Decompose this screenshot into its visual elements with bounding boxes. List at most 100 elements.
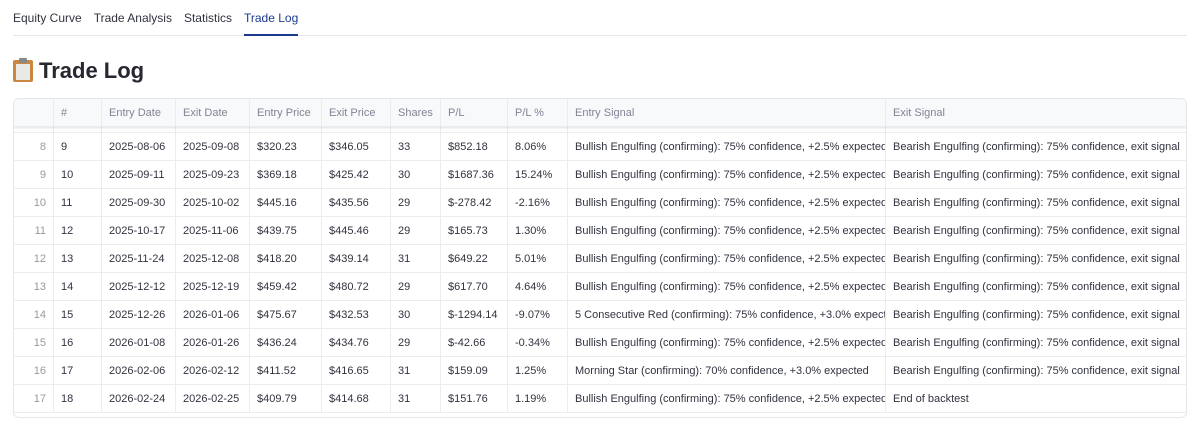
table-cell: $432.53 (322, 301, 391, 329)
table-cell: 15.24% (508, 161, 568, 189)
table-cell: $445.16 (250, 189, 322, 217)
table-cell: 13 (54, 245, 102, 273)
table-row[interactable]: 11 12 2025-10-17 2025-11-06 $439.75 $445.46 29… (14, 217, 1186, 245)
table-cell: $1687.36 (441, 161, 508, 189)
row-index: 8 (14, 133, 54, 161)
table-cell: Bearish Engulfing (confirming): 75% conf… (886, 217, 1186, 245)
table-cell: $445.46 (322, 217, 391, 245)
table-cell: 29 (391, 189, 441, 217)
column-header[interactable]: Entry Signal (568, 99, 886, 127)
table-row[interactable]: 12 13 2025-11-24 2025-12-08 $418.20 $439.14 31… (14, 245, 1186, 273)
column-header[interactable]: # (54, 99, 102, 127)
table-cell: 2025-11-24 (102, 245, 176, 273)
column-header[interactable]: Entry Price (250, 99, 322, 127)
table-row[interactable]: 14 15 2025-12-26 2026-01-06 $475.67 $432.53 30… (14, 301, 1186, 329)
column-header[interactable]: P/L % (508, 99, 568, 127)
table-cell: $165.73 (441, 217, 508, 245)
table-cell: 2025-12-26 (102, 301, 176, 329)
table-row[interactable]: 17 18 2026-02-24 2026-02-25 $409.79 $414.68 31… (14, 385, 1186, 413)
table-cell: -9.07% (508, 301, 568, 329)
column-header[interactable]: Exit Date (176, 99, 250, 127)
table-cell: 2025-12-12 (102, 273, 176, 301)
table-cell: 2025-10-17 (102, 217, 176, 245)
table-cell: 5 Consecutive Red (confirming): 75% conf… (568, 301, 886, 329)
table-cell: 29 (391, 217, 441, 245)
table-cell: 14 (54, 273, 102, 301)
table-cell: 2025-09-08 (176, 133, 250, 161)
table-cell: 2025-11-06 (176, 217, 250, 245)
table-row[interactable]: 10 11 2025-09-30 2025-10-02 $445.16 $435.56 29… (14, 189, 1186, 217)
table-cell: 30 (391, 161, 441, 189)
row-index: 16 (14, 357, 54, 385)
column-header[interactable]: Entry Date (102, 99, 176, 127)
table-cell: $369.18 (250, 161, 322, 189)
table-cell: 17 (54, 357, 102, 385)
table-cell: 9 (54, 133, 102, 161)
row-index: 9 (14, 161, 54, 189)
table-cell: 2025-09-23 (176, 161, 250, 189)
table-cell: Bullish Engulfing (confirming): 75% conf… (568, 133, 886, 161)
table-cell: 1.25% (508, 357, 568, 385)
table-cell: $-42.66 (441, 329, 508, 357)
tab-statistics[interactable]: Statistics (184, 0, 232, 35)
table-cell: 29 (391, 273, 441, 301)
table-cell: 15 (54, 301, 102, 329)
trade-log-table[interactable]: # Entry Date Exit Date Entry Price Exit Pric… (13, 98, 1187, 418)
table-cell: 31 (391, 385, 441, 413)
row-index: 17 (14, 385, 54, 413)
table-cell: 2026-02-25 (176, 385, 250, 413)
table-cell: 2025-09-11 (102, 161, 176, 189)
column-header[interactable]: Exit Signal (886, 99, 1186, 127)
table-cell: Bullish Engulfing (confirming): 75% conf… (568, 329, 886, 357)
table-cell: 31 (391, 245, 441, 273)
table-body: 8 9 2025-08-06 2025-09-08 $320.23 $346.05 33 $8… (14, 133, 1186, 413)
table-cell: 11 (54, 189, 102, 217)
table-cell: 2025-12-19 (176, 273, 250, 301)
table-cell: Bearish Engulfing (confirming): 75% conf… (886, 357, 1186, 385)
table-cell: 2026-02-12 (176, 357, 250, 385)
table-cell: $852.18 (441, 133, 508, 161)
column-header[interactable]: P/L (441, 99, 508, 127)
tab-trade-log[interactable]: Trade Log (243, 0, 299, 36)
table-cell: $475.67 (250, 301, 322, 329)
table-cell: $411.52 (250, 357, 322, 385)
table-row[interactable]: 13 14 2025-12-12 2025-12-19 $459.42 $480.72 29… (14, 273, 1186, 301)
table-cell: $617.70 (441, 273, 508, 301)
page-title-wrap: Trade Log (13, 58, 144, 84)
table-cell: End of backtest (886, 385, 1186, 413)
table-header: # Entry Date Exit Date Entry Price Exit Pric… (14, 99, 1186, 127)
table-cell: Bearish Engulfing (confirming): 75% conf… (886, 133, 1186, 161)
table-cell: 2026-01-08 (102, 329, 176, 357)
table-cell: $435.56 (322, 189, 391, 217)
table-cell: 18 (54, 385, 102, 413)
table-row[interactable]: 15 16 2026-01-08 2026-01-26 $436.24 $434.76 29… (14, 329, 1186, 357)
table-cell: $425.42 (322, 161, 391, 189)
clipboard-icon (13, 58, 33, 82)
table-row[interactable]: 16 17 2026-02-06 2026-02-12 $411.52 $416.65 31… (14, 357, 1186, 385)
table-cell: Bullish Engulfing (confirming): 75% conf… (568, 189, 886, 217)
table-cell: Morning Star (confirming): 70% confidenc… (568, 357, 886, 385)
column-header[interactable]: Exit Price (322, 99, 391, 127)
column-header[interactable]: Shares (391, 99, 441, 127)
tab-equity-curve[interactable]: Equity Curve (13, 0, 82, 35)
tab-bar: Equity Curve Trade Analysis Statistics T… (13, 0, 1187, 36)
column-header[interactable] (14, 99, 54, 127)
table-cell: 2025-10-02 (176, 189, 250, 217)
row-index: 13 (14, 273, 54, 301)
table-cell: Bullish Engulfing (confirming): 75% conf… (568, 385, 886, 413)
table-row[interactable]: 9 10 2025-09-11 2025-09-23 $369.18 $425.42 30 $… (14, 161, 1186, 189)
table-cell: Bearish Engulfing (confirming): 75% conf… (886, 161, 1186, 189)
table-cell: $436.24 (250, 329, 322, 357)
table-cell: $649.22 (441, 245, 508, 273)
table-cell: 30 (391, 301, 441, 329)
page-title: Trade Log (39, 58, 145, 83)
table-cell: -0.34% (508, 329, 568, 357)
table-cell: Bearish Engulfing (confirming): 75% conf… (886, 301, 1186, 329)
table-row[interactable]: 8 9 2025-08-06 2025-09-08 $320.23 $346.05 33 $8… (14, 133, 1186, 161)
table-cell: 29 (391, 329, 441, 357)
table-cell: $416.65 (322, 357, 391, 385)
tab-trade-analysis[interactable]: Trade Analysis (94, 0, 172, 35)
table-cell: $-1294.14 (441, 301, 508, 329)
table-cell: $414.68 (322, 385, 391, 413)
table-cell: 31 (391, 357, 441, 385)
